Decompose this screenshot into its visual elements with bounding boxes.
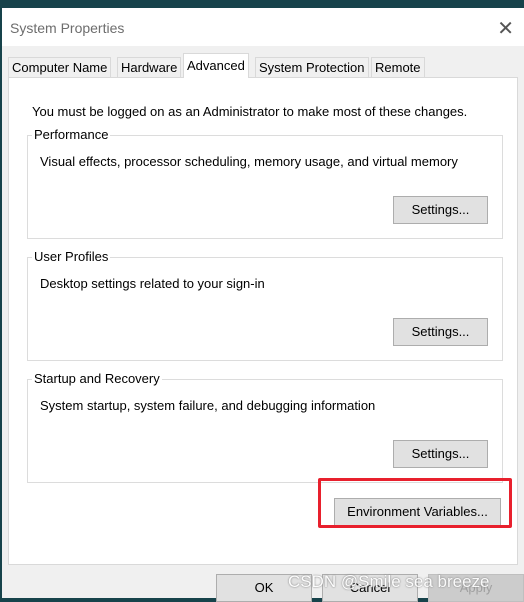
admin-notice: You must be logged on as an Administrato… [32, 104, 468, 119]
tab-system-protection[interactable]: System Protection [255, 57, 369, 77]
group-title: Performance [32, 127, 111, 142]
user-profiles-settings-button[interactable]: Settings... [393, 318, 488, 346]
group-description: System startup, system failure, and debu… [40, 398, 376, 413]
group-title: User Profiles [32, 249, 111, 264]
startup-recovery-group: Startup and Recovery System startup, sys… [27, 371, 503, 483]
tab-remote[interactable]: Remote [371, 57, 425, 77]
tab-advanced[interactable]: Advanced [183, 53, 249, 78]
window-title: System Properties [10, 20, 125, 36]
tab-computer-name[interactable]: Computer Name [8, 57, 112, 77]
startup-recovery-settings-button[interactable]: Settings... [393, 440, 488, 468]
performance-settings-button[interactable]: Settings... [393, 196, 488, 224]
title-bar: System Properties ✕ [2, 8, 524, 46]
group-title: Startup and Recovery [32, 371, 162, 386]
highlight-box [318, 478, 512, 528]
user-profiles-group: User Profiles Desktop settings related t… [27, 249, 503, 361]
group-description: Visual effects, processor scheduling, me… [40, 154, 458, 169]
performance-group: Performance Visual effects, processor sc… [27, 127, 503, 239]
tab-hardware[interactable]: Hardware [117, 57, 182, 77]
close-icon[interactable]: ✕ [497, 16, 514, 41]
group-description: Desktop settings related to your sign-in [40, 276, 265, 291]
watermark: CSDN @Smile sea breeze [288, 572, 490, 591]
